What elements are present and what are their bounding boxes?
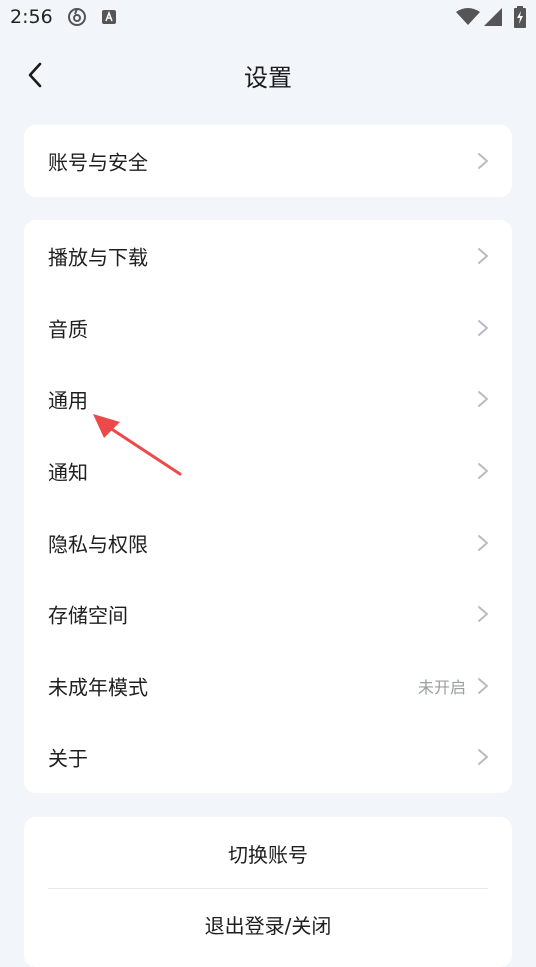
settings-item-audio-quality[interactable]: 音质 — [24, 292, 512, 364]
settings-item-label: 未成年模式 — [48, 675, 148, 700]
settings-item-storage[interactable]: 存储空间 — [24, 578, 512, 650]
status-bar: 2:56 — [0, 0, 536, 36]
chevron-right-icon — [478, 749, 488, 765]
actions-card: 切换账号 退出登录/关闭 — [24, 817, 512, 967]
signal-icon — [484, 8, 502, 26]
settings-item-privacy-permissions[interactable]: 隐私与权限 — [24, 507, 512, 579]
minor-mode-status: 未开启 — [417, 678, 466, 697]
settings-item-about[interactable]: 关于 — [24, 721, 512, 793]
settings-item-label: 通用 — [48, 388, 88, 413]
settings-item-label: 隐私与权限 — [48, 532, 148, 557]
account-card: 账号与安全 — [24, 125, 512, 197]
settings-item-label: 关于 — [48, 746, 88, 771]
battery-icon — [514, 6, 526, 28]
switch-account-button[interactable]: 切换账号 — [24, 818, 512, 888]
settings-item-label: 音质 — [48, 317, 88, 342]
settings-item-account-security[interactable]: 账号与安全 — [24, 125, 512, 197]
wifi-icon — [456, 8, 480, 25]
status-time: 2:56 — [10, 6, 53, 28]
chevron-right-icon — [478, 391, 488, 407]
chevron-right-icon — [478, 320, 488, 336]
settings-item-minor-mode[interactable]: 未成年模式 未开启 — [24, 650, 512, 722]
settings-item-playback-download[interactable]: 播放与下载 — [24, 220, 512, 292]
chevron-right-icon — [478, 678, 488, 694]
settings-item-label: 播放与下载 — [48, 245, 148, 270]
settings-item-label: 账号与安全 — [48, 150, 148, 175]
page-title: 设置 — [244, 64, 292, 92]
settings-item-label: 存储空间 — [48, 603, 128, 628]
settings-item-label: 通知 — [48, 460, 88, 485]
logout-close-button[interactable]: 退出登录/关闭 — [24, 889, 512, 959]
annotation-arrow-icon — [93, 414, 182, 476]
music-app-notification-icon — [68, 8, 86, 26]
chevron-right-icon — [478, 535, 488, 551]
header: 设置 — [0, 44, 536, 108]
chevron-right-icon — [478, 606, 488, 622]
chevron-right-icon — [478, 248, 488, 264]
chevron-right-icon — [478, 463, 488, 479]
keyboard-notification-icon — [102, 10, 116, 24]
settings-card: 播放与下载 音质 通用 通知 隐私与权限 存储空间 未成年模式 未开启 关于 — [24, 220, 512, 793]
chevron-right-icon — [478, 153, 488, 169]
